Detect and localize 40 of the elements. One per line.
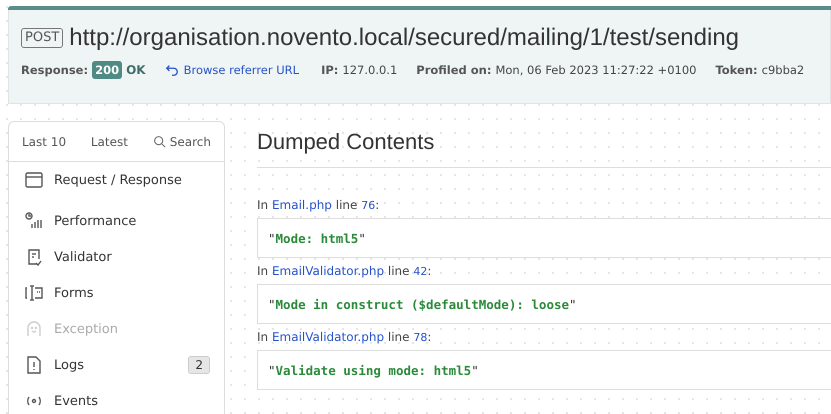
method-badge: POST	[21, 28, 64, 48]
page-title: Dumped Contents	[257, 129, 831, 168]
line-link[interactable]: 42	[413, 265, 428, 278]
chart-icon	[24, 211, 44, 231]
count-badge: 2	[188, 356, 210, 374]
request-url: http://organisation.novento.local/secured/mailing/1/test/sending	[69, 24, 740, 52]
dump-caption: In EmailValidator.php line 42:	[257, 264, 432, 278]
search-link[interactable]: Search	[152, 134, 211, 148]
text-cursor-icon	[24, 283, 44, 303]
line-link[interactable]: 76	[361, 199, 376, 212]
sidebar-item[interactable]: Events	[9, 383, 224, 414]
response-label: Response:	[21, 63, 88, 77]
dump-caption: In EmailValidator.php line 78:	[257, 330, 432, 344]
nav-link[interactable]: Last 10	[22, 134, 66, 148]
profiled-on-value: Mon, 06 Feb 2023 11:27:22 +0100	[495, 63, 696, 77]
file-link[interactable]: EmailValidator.php	[272, 330, 384, 344]
sidebar-item[interactable]: Forms	[9, 275, 224, 311]
sidebar-item[interactable]: Performance	[9, 203, 224, 239]
search-icon	[152, 135, 166, 148]
status-code-badge: 200	[92, 61, 122, 79]
dump-output: "Validate using mode: html5"	[257, 350, 831, 390]
referrer-link[interactable]: Browse referrer URL	[164, 63, 300, 77]
nav-link[interactable]: Latest	[90, 134, 128, 148]
dump-caption: In Email.php line 76:	[257, 198, 380, 212]
window-icon	[24, 170, 44, 190]
sidebar-item[interactable]: Validator	[9, 239, 224, 275]
sidebar-item[interactable]: Request / Response	[9, 162, 224, 198]
file-link[interactable]: Email.php	[272, 198, 332, 212]
back-arrow-icon	[164, 63, 179, 77]
dump-output: "Mode in construct ($defaultMode): loose"	[257, 284, 831, 324]
line-link[interactable]: 78	[413, 331, 428, 344]
status-text: OK	[126, 63, 146, 77]
ip-label: IP:	[321, 63, 338, 77]
sidebar-item[interactable]: Logs 2	[9, 347, 224, 383]
token-label: Token:	[715, 63, 758, 77]
dump-output: "Mode: html5"	[257, 218, 831, 258]
token-value: c9bba2	[762, 63, 804, 77]
file-link[interactable]: EmailValidator.php	[272, 264, 384, 278]
ip-value: 127.0.0.1	[342, 63, 398, 77]
profiled-on-label: Profiled on:	[416, 63, 492, 77]
